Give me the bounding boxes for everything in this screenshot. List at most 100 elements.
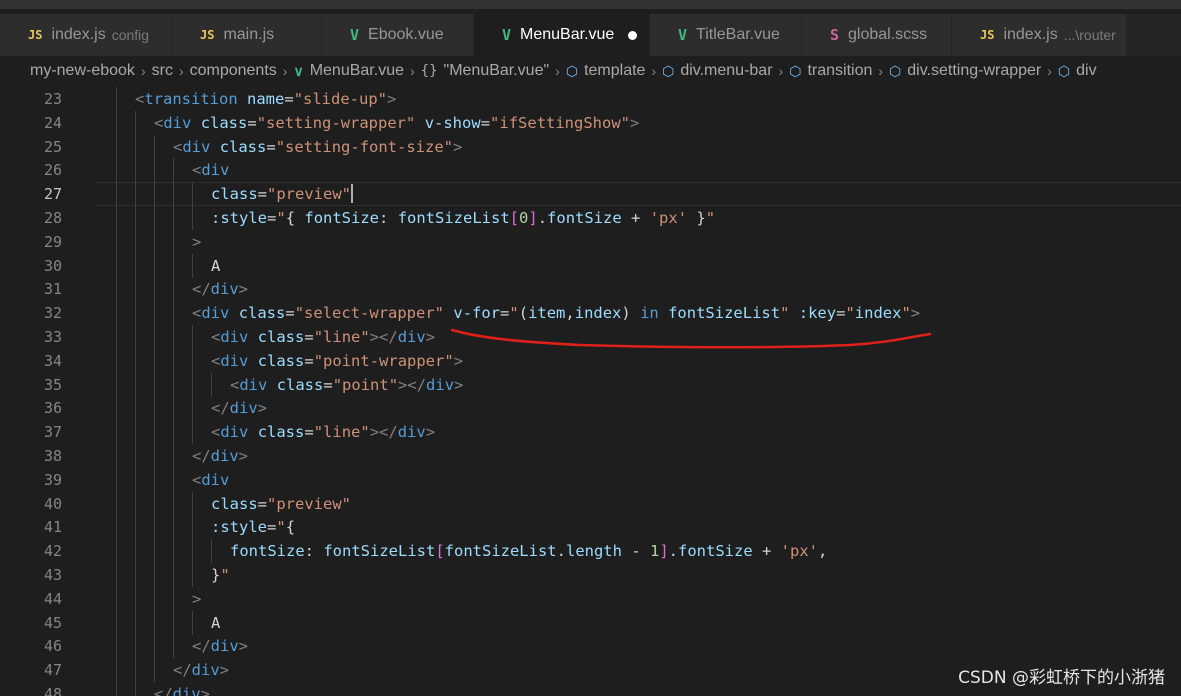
code-line[interactable]: 25 <div class="setting-font-size"> [0, 134, 1181, 159]
code-token: = [500, 304, 510, 323]
code-line[interactable]: 28:style="{ fontSize: fontSizeList[0].fo… [0, 206, 1181, 230]
code-line[interactable]: 31 </div> [0, 277, 1181, 302]
indent-guide [192, 206, 193, 230]
code-line[interactable]: 33 <div class="line"></div> [0, 325, 1181, 349]
code-token: > [630, 113, 640, 132]
code-line[interactable]: 24 <div class="setting-wrapper" v-show="i… [0, 110, 1181, 135]
indent-guide [116, 539, 117, 564]
breadcrumb: my-new-ebook › src › components › ∨ MenuBar.vue… [0, 56, 1181, 86]
indent-guide [154, 325, 155, 349]
code-line[interactable]: 37 <div class="line"></div> [0, 420, 1181, 445]
code-line[interactable]: 45 A [0, 610, 1181, 635]
code-token: </ [154, 685, 173, 696]
indent-guide [173, 372, 174, 397]
code-line[interactable]: 43}" [0, 563, 1181, 587]
vue-file-icon: V [678, 26, 688, 44]
code-line[interactable]: 34 <div class="point-wrapper"> [0, 348, 1181, 373]
code-text: <div class="setting-font-size"> [173, 135, 462, 159]
code-token: fontSize [678, 542, 753, 561]
tab-global-scss[interactable]: Sglobal.scss [802, 14, 952, 56]
code-text: A [211, 611, 220, 635]
indent-guide [116, 396, 117, 421]
line-number: 32 [43, 304, 62, 323]
code-line[interactable]: 41:style="{ [0, 515, 1181, 540]
line-number: 35 [43, 375, 62, 394]
code-token: in [640, 304, 659, 323]
indent-guide [116, 372, 117, 397]
code-token: index [854, 304, 902, 323]
tab-label: main.js [223, 26, 275, 43]
unsaved-dot-icon[interactable] [628, 30, 638, 40]
breadcrumb-item[interactable]: div.setting-wrapper [907, 62, 1041, 80]
indent-guide [116, 586, 117, 611]
line-number: 23 [43, 90, 62, 108]
indent-guide [116, 467, 117, 492]
tab-description: ...\router [1063, 27, 1116, 43]
tab-label: TitleBar.vue [696, 26, 780, 43]
indent-guide [192, 610, 193, 635]
vue-file-icon: V [502, 26, 512, 44]
code-token: fontSizeList [397, 209, 510, 227]
code-line[interactable]: 44 > [0, 586, 1181, 611]
code-line[interactable]: 26 <div [0, 158, 1181, 183]
code-line[interactable]: 42 fontSize: fontSizeList[fontSizeList.le… [0, 539, 1181, 564]
indent-guide [116, 229, 117, 254]
indent-guide [173, 444, 174, 468]
breadcrumb-item[interactable]: components [190, 62, 277, 80]
code-line[interactable]: 30 A [0, 253, 1181, 278]
breadcrumb-item[interactable]: template [584, 62, 645, 80]
breadcrumb-item[interactable]: MenuBar.vue [310, 62, 404, 80]
code-token: < [173, 137, 183, 156]
code-line[interactable]: 46 </div> [0, 634, 1181, 659]
code-token: " [705, 209, 716, 227]
tab-titlebar-vue[interactable]: V TitleBar.vue [650, 14, 802, 56]
tab-menubar-vue[interactable]: V MenuBar.vue [474, 14, 650, 56]
code-token: :key [798, 304, 837, 323]
code-line[interactable]: 29 > [0, 229, 1181, 254]
tab-main-js[interactable]: JS main.js [172, 14, 322, 56]
code-editor[interactable]: 23 <transition name="slide-up"> 24 <div cla… [0, 86, 1181, 696]
breadcrumb-item[interactable]: div.menu-bar [680, 62, 772, 80]
indent-guide [135, 372, 136, 397]
breadcrumb-item[interactable]: my-new-ebook [30, 62, 135, 80]
code-line[interactable]: 35 <div class="point"></div> [0, 372, 1181, 397]
breadcrumb-item[interactable]: div [1076, 62, 1096, 80]
code-line[interactable]: 27 class="preview" [0, 182, 1181, 207]
code-text: <div class="line"></div> [211, 325, 435, 349]
tab-index-js[interactable]: JS index.js config [0, 14, 172, 56]
breadcrumb-item[interactable]: transition [807, 62, 872, 80]
code-token: A [211, 613, 221, 632]
line-number: 34 [43, 351, 62, 370]
code-line[interactable]: 32 <div class="select-wrapper" v-for="(it… [0, 301, 1181, 326]
indent-guide [135, 396, 136, 421]
code-token: div [201, 470, 230, 489]
tab-ebook-vue[interactable]: V Ebook.vue [322, 14, 474, 56]
indent-guide [135, 158, 136, 183]
indent-guide [154, 253, 155, 278]
code-text: :style="{ fontSize: fontSizeList[0].font… [211, 206, 715, 230]
indent-guide [116, 491, 117, 516]
code-token: div [229, 399, 258, 418]
code-token: > [238, 637, 249, 656]
indent-guide [211, 539, 212, 564]
code-token: ] [659, 542, 669, 561]
breadcrumb-item[interactable]: "MenuBar.vue" [444, 62, 550, 80]
breadcrumb-item[interactable]: src [152, 62, 173, 80]
code-line[interactable]: 40 class="preview" [0, 491, 1181, 516]
js-file-icon: JS [28, 28, 43, 42]
indent-guide [173, 182, 174, 207]
code-line[interactable]: 39 <div [0, 467, 1181, 492]
line-number: 25 [43, 137, 62, 156]
code-token: : [379, 209, 398, 227]
line-number: 26 [43, 161, 62, 180]
tab-index-js[interactable]: JS index.js ...\router [952, 14, 1127, 56]
code-token: length [565, 542, 622, 561]
code-line[interactable]: 23 <transition name="slide-up"> [0, 87, 1181, 111]
line-number: 40 [43, 494, 62, 513]
chevron-right-icon: › [878, 63, 884, 79]
code-line[interactable]: 36 </div> [0, 396, 1181, 421]
code-line[interactable]: 38 </div> [0, 444, 1181, 468]
indent-guide [173, 634, 174, 659]
